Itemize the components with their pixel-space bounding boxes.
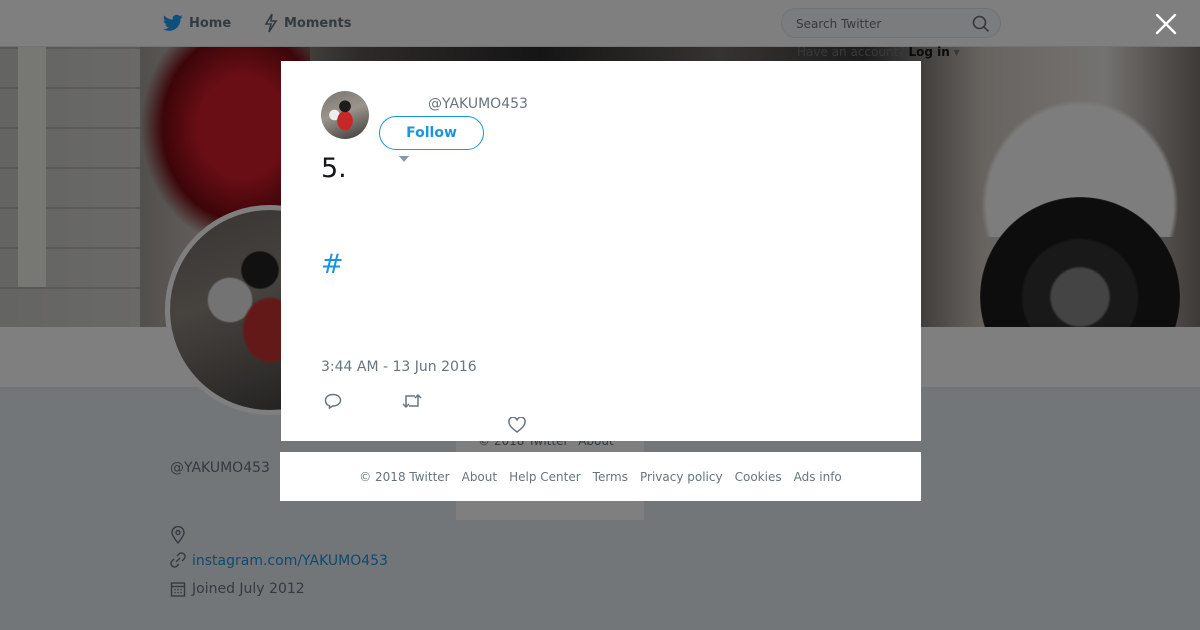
tweet-paragraph-gap [321, 185, 881, 217]
tweet-author-avatar[interactable] [321, 91, 369, 139]
footer-link-cookies[interactable]: Cookies [735, 470, 782, 484]
footer-link-terms[interactable]: Terms [593, 470, 628, 484]
tweet-author-name[interactable] [381, 95, 421, 113]
modal-footer: © 2018 Twitter About Help Center Terms P… [280, 452, 921, 501]
tweet-modal: @YAKUMO453 Follow 5. # 3:44 AM - 13 Jun … [281, 61, 921, 441]
tweet-timestamp[interactable]: 3:44 AM - 13 Jun 2016 [321, 359, 477, 375]
footer-link-copyright[interactable]: © 2018 Twitter [359, 470, 449, 484]
close-icon[interactable] [1154, 12, 1178, 36]
reply-icon[interactable] [324, 393, 342, 409]
like-icon[interactable] [508, 417, 526, 433]
footer-link-ads-info[interactable]: Ads info [794, 470, 842, 484]
tweet-author-handle[interactable]: @YAKUMO453 [428, 96, 528, 112]
footer-link-privacy-policy[interactable]: Privacy policy [640, 470, 723, 484]
tweet-text: 5. # [321, 153, 881, 281]
footer-link-help-center[interactable]: Help Center [509, 470, 581, 484]
follow-button[interactable]: Follow [379, 116, 484, 150]
tweet-hashtag[interactable]: # [321, 249, 881, 281]
retweet-icon[interactable] [402, 393, 422, 409]
footer-link-about[interactable]: About [462, 470, 497, 484]
tweet-line-1: 5. [321, 153, 347, 184]
